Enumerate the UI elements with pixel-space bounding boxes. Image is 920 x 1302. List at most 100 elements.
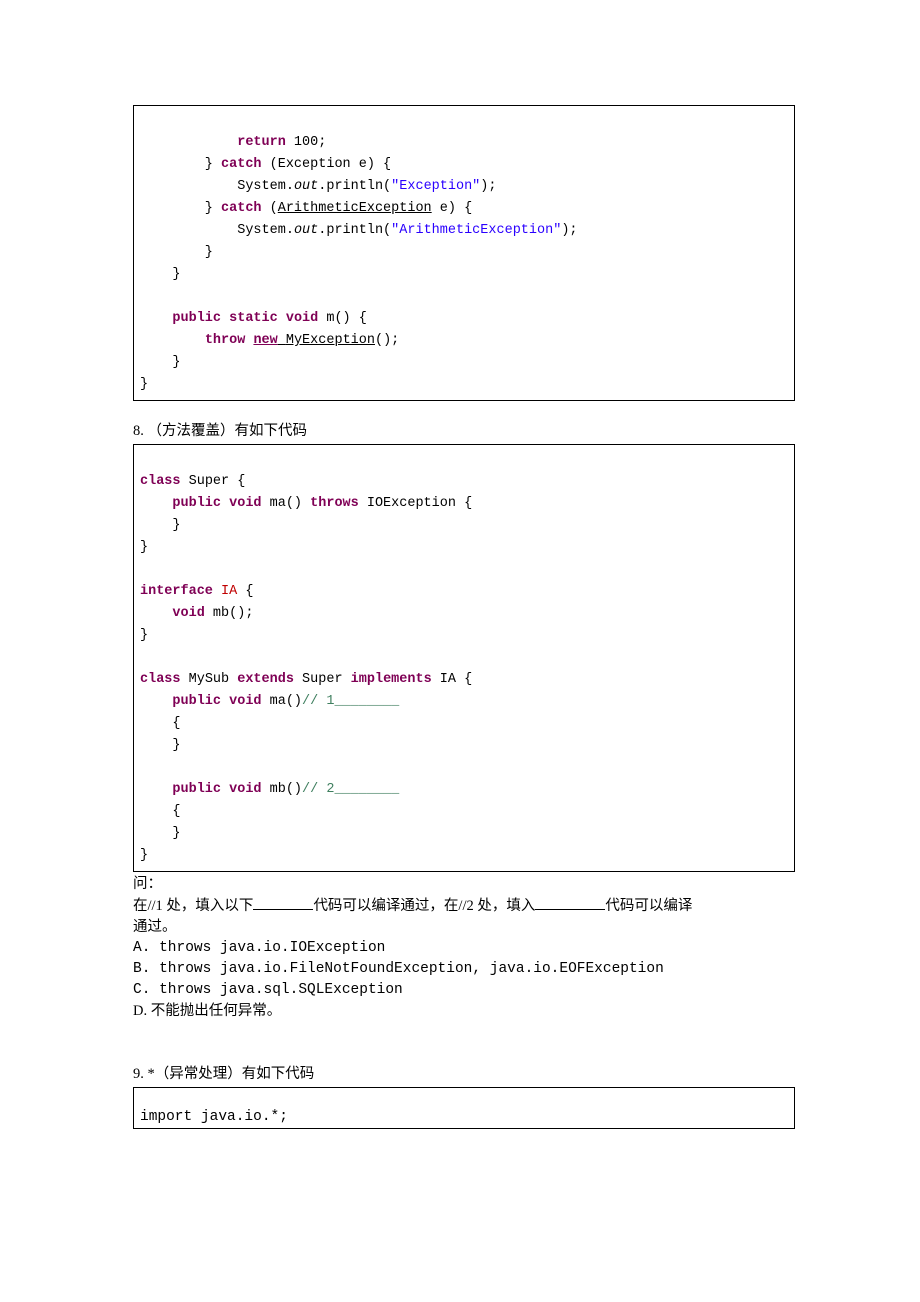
code xyxy=(213,584,221,599)
keyword-void: void xyxy=(229,496,261,511)
code: } xyxy=(140,540,148,555)
underlined-code: MyException xyxy=(286,333,375,348)
code: } xyxy=(140,245,213,260)
code xyxy=(140,311,172,326)
code: (Exception e) { xyxy=(262,157,392,172)
code: ma() xyxy=(262,694,303,709)
code xyxy=(140,496,172,511)
question-9-heading: 9. *（异常处理）有如下代码 xyxy=(133,1064,795,1085)
keyword-extends: extends xyxy=(237,672,294,687)
code: ma() xyxy=(262,496,311,511)
code: mb() xyxy=(262,782,303,797)
code: .println( xyxy=(318,223,391,238)
fill-blank-1 xyxy=(253,895,313,910)
question-text-part: 代码可以编译 xyxy=(605,898,692,914)
code: System. xyxy=(140,223,294,238)
code xyxy=(140,782,172,797)
question-text-part: 在//1 处，填入以下 xyxy=(133,898,253,914)
code-block-1: return 100; } catch (Exception e) { Syst… xyxy=(133,105,795,401)
option-c: C. throws java.sql.SQLException xyxy=(133,980,795,1001)
keyword-catch: catch xyxy=(221,157,262,172)
spacer xyxy=(133,1022,795,1064)
option-d: D. 不能抛出任何异常。 xyxy=(133,1001,795,1022)
code: mb(); xyxy=(205,606,254,621)
code: } xyxy=(140,201,221,216)
code: ); xyxy=(561,223,577,238)
keyword-public: public xyxy=(172,694,221,709)
code: ( xyxy=(262,201,278,216)
question-text-cont: 通过。 xyxy=(133,917,795,938)
code: } xyxy=(140,848,148,863)
code: } xyxy=(140,157,221,172)
comment: // 1________ xyxy=(302,694,399,709)
code: { xyxy=(140,716,181,731)
string-literal: "ArithmeticException" xyxy=(391,223,561,238)
keyword-class: class xyxy=(140,672,181,687)
keyword-new: new xyxy=(253,333,277,348)
code: } xyxy=(140,355,181,370)
question-text-part: 代码可以编译通过，在//2 处，填入 xyxy=(313,898,535,914)
code: } xyxy=(140,738,181,753)
keyword-interface: interface xyxy=(140,584,213,599)
keyword-static: static xyxy=(229,311,278,326)
code: e) { xyxy=(432,201,473,216)
keyword-public: public xyxy=(172,496,221,511)
keyword-public: public xyxy=(172,311,221,326)
code: MySub xyxy=(181,672,238,687)
page-container: return 100; } catch (Exception e) { Syst… xyxy=(0,0,920,1189)
static-field: out xyxy=(294,179,318,194)
keyword-void: void xyxy=(229,782,261,797)
code: .println( xyxy=(318,179,391,194)
static-field: out xyxy=(294,223,318,238)
option-b: B. throws java.io.FileNotFoundException,… xyxy=(133,959,795,980)
code: { xyxy=(140,804,181,819)
code: } xyxy=(140,518,181,533)
code: IOException { xyxy=(359,496,472,511)
keyword-void: void xyxy=(229,694,261,709)
string-literal: "Exception" xyxy=(391,179,480,194)
code xyxy=(221,782,229,797)
code xyxy=(140,333,205,348)
question-text: 在//1 处，填入以下 代码可以编译通过，在//2 处，填入 代码可以编译 xyxy=(133,895,795,917)
code-block-3: import java.io.*; xyxy=(133,1087,795,1129)
code: } xyxy=(140,377,148,392)
keyword-return: return xyxy=(237,135,286,150)
fill-blank-2 xyxy=(535,895,605,910)
code xyxy=(140,135,237,150)
code-block-2: class Super { public void ma() throws IO… xyxy=(133,444,795,872)
underlined-code: ArithmeticException xyxy=(278,201,432,216)
code: m() { xyxy=(318,311,367,326)
keyword-implements: implements xyxy=(351,672,432,687)
code xyxy=(221,694,229,709)
code: System. xyxy=(140,179,294,194)
code: { xyxy=(237,584,253,599)
keyword-void: void xyxy=(286,311,318,326)
code: IA { xyxy=(432,672,473,687)
code: import java.io.*; xyxy=(140,1109,288,1125)
code xyxy=(278,311,286,326)
option-a: A. throws java.io.IOException xyxy=(133,938,795,959)
keyword-throw: throw xyxy=(205,333,246,348)
question-8-heading: 8. （方法覆盖）有如下代码 xyxy=(133,421,795,442)
code: Super xyxy=(294,672,351,687)
code: 100; xyxy=(286,135,327,150)
code xyxy=(221,311,229,326)
keyword-public: public xyxy=(172,782,221,797)
keyword-class: class xyxy=(140,474,181,489)
code: } xyxy=(140,628,148,643)
comment: // 2________ xyxy=(302,782,399,797)
question-label: 问： xyxy=(133,874,795,895)
code: } xyxy=(140,267,181,282)
underlined-code xyxy=(278,333,286,348)
code: (); xyxy=(375,333,399,348)
code xyxy=(140,694,172,709)
code: Super { xyxy=(181,474,246,489)
code: ); xyxy=(480,179,496,194)
keyword-throws: throws xyxy=(310,496,359,511)
code: } xyxy=(140,826,181,841)
code xyxy=(221,496,229,511)
keyword-void: void xyxy=(172,606,204,621)
keyword-catch: catch xyxy=(221,201,262,216)
type-name: IA xyxy=(221,584,237,599)
code xyxy=(140,606,172,621)
